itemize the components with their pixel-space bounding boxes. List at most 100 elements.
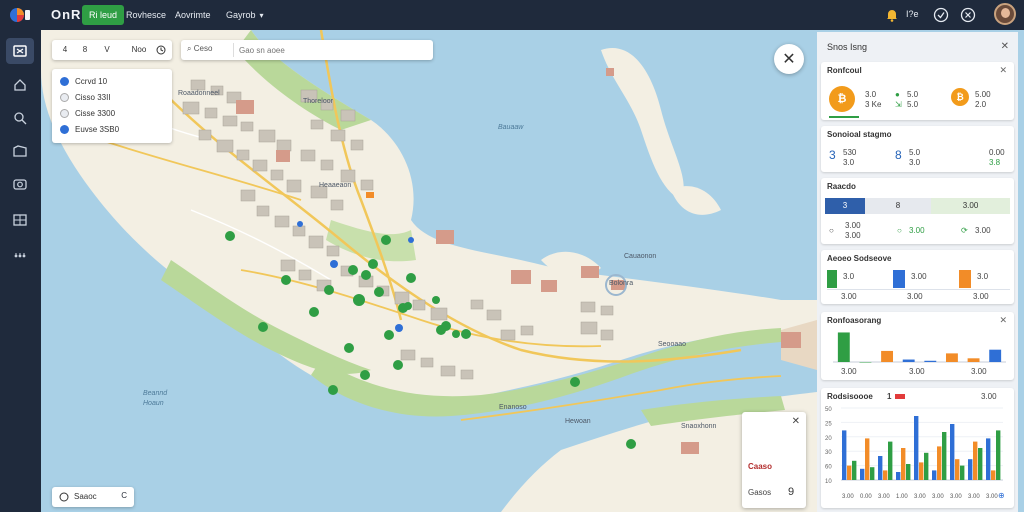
layer-row[interactable]: Ccrvd 10 xyxy=(60,74,107,88)
layer-dot-icon xyxy=(60,108,69,118)
layer-dot-icon xyxy=(60,76,69,86)
performance-x-label: 3.00 xyxy=(909,367,925,376)
fullscreen-icon[interactable]: ⊕ xyxy=(998,491,1005,500)
notification-bell-icon[interactable] xyxy=(883,6,901,24)
reasons-segment[interactable]: 3 xyxy=(825,198,865,214)
map-label: Thoreloor xyxy=(303,98,333,105)
bar xyxy=(986,438,991,480)
layer-row[interactable]: Cisse 3300 xyxy=(60,106,115,120)
top-tab-2[interactable]: Aovrimte xyxy=(168,5,218,25)
bar xyxy=(914,416,919,480)
y-tick-label: 25 xyxy=(825,421,832,427)
stat-left-value: 3 xyxy=(829,148,836,162)
nav-folder-icon[interactable] xyxy=(6,138,34,164)
bar xyxy=(888,441,893,480)
summary-badge-icon: ₿ xyxy=(829,86,855,112)
reasons-segment[interactable]: 8 xyxy=(865,198,931,214)
x-tick-label: 3.00 xyxy=(932,494,944,500)
y-tick-label: 60 xyxy=(825,465,832,471)
map-label: Bauaaw xyxy=(498,124,524,131)
chevron-down-icon: ▾ xyxy=(259,11,264,20)
summary-value: 5.0 xyxy=(907,90,919,99)
nav-map-icon[interactable] xyxy=(6,38,34,64)
bar xyxy=(989,349,1002,362)
map-label: Roaadonneel xyxy=(178,90,220,97)
top-tab-1[interactable]: Rovhesce xyxy=(119,5,173,25)
nav-search-icon[interactable] xyxy=(6,105,34,131)
reasons-value: 3.00 xyxy=(845,231,861,240)
search-scope-text: Ceso xyxy=(193,44,213,53)
reasons-segment[interactable]: 3.00 xyxy=(931,198,1010,214)
nav-home-icon[interactable] xyxy=(6,72,34,98)
bar xyxy=(960,465,965,480)
card-title: Sonoioal stagmo xyxy=(827,130,892,139)
bar xyxy=(996,430,1001,480)
bar xyxy=(878,456,883,480)
summary-sub: 5.0 xyxy=(907,100,919,109)
card-close-icon[interactable]: ✕ xyxy=(999,65,1007,76)
clock-icon[interactable] xyxy=(154,43,168,57)
map-label: Hewoan xyxy=(565,418,591,425)
popup-close-icon[interactable]: ✕ xyxy=(792,416,800,427)
bar xyxy=(978,448,983,480)
tool-button-1[interactable]: 8 xyxy=(78,43,92,57)
user-label[interactable]: I?e xyxy=(906,9,919,19)
map-label: Heaaeaon xyxy=(319,182,352,189)
bottom-status-bar[interactable]: Saaoc C xyxy=(52,487,134,507)
bar xyxy=(852,460,857,480)
bar xyxy=(901,448,906,480)
app-logo-icon[interactable] xyxy=(8,6,32,24)
detail-chart: 50 25 20 30 60 10 3.00 0.00 3.00 1.00 3.00 3.00 3.00… xyxy=(825,407,1003,500)
summary-link-icon: ⇲ xyxy=(895,100,902,109)
layer-label: Cisso 33II xyxy=(75,92,111,102)
tool-button-2[interactable]: V xyxy=(100,43,114,57)
x-tick-label: 0.00 xyxy=(860,494,872,500)
panel-title: Snos Isng xyxy=(827,42,868,52)
y-tick-label: 20 xyxy=(825,436,832,442)
help-circle-icon[interactable] xyxy=(959,6,977,24)
avatar-face xyxy=(1001,8,1010,18)
top-tab-3[interactable]: Gayrob ▾ xyxy=(219,5,271,25)
bottom-bar-label: Saaoc xyxy=(74,492,97,501)
x-tick-label: 1.00 xyxy=(896,494,908,500)
check-circle-icon[interactable] xyxy=(932,6,950,24)
map-label: Cauaonon xyxy=(624,253,657,260)
stat-right-value: 8 xyxy=(895,148,902,162)
cycle-icon: ○ xyxy=(897,226,902,235)
radio-icon[interactable]: ○ xyxy=(829,226,834,235)
refresh-icon[interactable]: C xyxy=(121,491,127,500)
bar xyxy=(968,459,973,480)
nav-camera-icon[interactable] xyxy=(6,171,34,197)
summary-sub: 3 Ke xyxy=(865,100,882,109)
bar xyxy=(973,441,978,480)
stat-far-bottom: 3.8 xyxy=(989,158,1001,167)
user-avatar[interactable] xyxy=(994,3,1016,25)
map-popup[interactable]: ✕ Caaso Gasos 9 xyxy=(742,412,806,508)
panel-close-icon[interactable]: ✕ xyxy=(1001,41,1009,52)
top-tab-0[interactable]: Ri leud xyxy=(82,5,125,25)
bar xyxy=(896,472,901,480)
search-scope-label[interactable]: ⌕ Ceso xyxy=(187,44,212,54)
map-close-button[interactable]: ✕ xyxy=(774,44,804,74)
summary2-card: Aeoeo Sodseove 3.0 3.00 3.00 3.00 3.0 3.… xyxy=(821,250,1014,304)
x-tick-label: 3.00 xyxy=(968,494,980,500)
summary2-divider xyxy=(827,289,1010,290)
summary2-label: 3.00 xyxy=(911,272,927,281)
layer-row[interactable]: Euvse 3SB0 xyxy=(60,122,119,136)
app-title: OnR xyxy=(51,7,82,22)
search-divider xyxy=(233,43,234,57)
stat-right-bottom: 3.0 xyxy=(909,158,921,167)
layer-row[interactable]: Cisso 33II xyxy=(60,90,111,104)
tool-button-0[interactable]: 4 xyxy=(58,43,72,57)
bar xyxy=(924,360,937,362)
bar xyxy=(859,362,872,363)
clock-icon xyxy=(59,492,69,502)
card-title: Raacdo xyxy=(827,182,856,191)
summary2-bar-1 xyxy=(893,270,905,288)
nav-layers-icon[interactable] xyxy=(6,207,34,233)
nav-more-icon[interactable] xyxy=(6,242,34,268)
tool-button-3[interactable]: Noo xyxy=(128,43,150,57)
map-label: Seooaao xyxy=(658,341,687,348)
search-input[interactable] xyxy=(239,42,427,58)
summary-badge-icon: ₿ xyxy=(951,88,969,106)
